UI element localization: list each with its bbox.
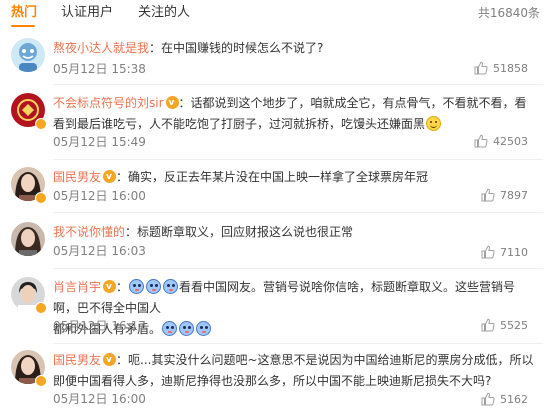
vip-badge-icon xyxy=(103,350,117,371)
avatar[interactable] xyxy=(11,222,45,256)
doll-emoji-icon xyxy=(129,279,145,294)
comment-username[interactable]: 熬夜小达人就是我 xyxy=(53,41,149,55)
thumbs-up-icon xyxy=(481,188,495,202)
comment-username[interactable]: 肖言肖宇 xyxy=(53,280,101,294)
comment-divider xyxy=(53,343,543,344)
comment-timestamp: 05月12日 16:17 xyxy=(53,319,146,333)
comment-timestamp: 05月12日 15:38 xyxy=(53,62,146,76)
avatar[interactable] xyxy=(11,38,45,72)
tab-hot[interactable]: 热门 xyxy=(11,4,37,22)
like-count: 5162 xyxy=(500,393,528,406)
comment-body: 国民男友：呃...其实没什么问题吧~这意思不是说因为中国给迪斯尼的票房分成低，所… xyxy=(53,350,538,392)
verified-badge xyxy=(35,118,47,130)
comment-body: 国民男友 ：确实，反正去年某片没在中国上映一样拿了全球票房年冠 xyxy=(53,167,538,188)
active-tab-indicator xyxy=(11,25,35,27)
doll-emoji-icon xyxy=(179,321,195,336)
verified-badge xyxy=(35,192,47,204)
like-count: 7110 xyxy=(500,246,528,259)
like-count: 42503 xyxy=(493,135,528,148)
doll-emoji-icon xyxy=(163,279,179,294)
thumbs-up-icon xyxy=(481,245,495,259)
comment-text: ：呃...其实没什么问题吧~这意思不是说因为中国给迪斯尼的票房分成低，所以即便中… xyxy=(53,353,534,388)
tab-verified-users[interactable]: 认证用户 xyxy=(61,4,113,22)
comment-username[interactable]: 我不说你懂的 xyxy=(53,225,125,239)
comment-username[interactable]: 不会标点符号的刘sir xyxy=(53,96,164,110)
comment-timestamp: 05月12日 16:03 xyxy=(53,244,146,258)
like-button[interactable]: 5525 xyxy=(481,318,528,334)
comment-text: ：在中国赚钱的时候怎么不说了? xyxy=(149,41,324,55)
doll-emoji-icon xyxy=(196,321,212,336)
comment-timestamp: 05月12日 16:00 xyxy=(53,392,146,406)
comment-divider xyxy=(53,268,543,269)
like-button[interactable]: 7110 xyxy=(481,245,528,261)
comment-body: 不会标点符号的刘sir：话都说到这个地步了，咱就成全它，有点骨气，不看就不看，看… xyxy=(53,93,538,135)
thumbs-up-icon xyxy=(474,134,488,148)
vip-badge-icon xyxy=(103,167,117,188)
like-button[interactable]: 5162 xyxy=(481,392,528,408)
comment-body: 熬夜小达人就是我：在中国赚钱的时候怎么不说了? xyxy=(53,38,538,59)
comment-timestamp: 05月12日 16:00 xyxy=(53,189,146,203)
comment-username[interactable]: 国民男友 xyxy=(53,353,101,367)
thumbs-up-icon xyxy=(474,61,488,75)
like-count: 51858 xyxy=(493,62,528,75)
comment-tabs: 热门 认证用户 关注的人 共16840条 xyxy=(0,0,550,30)
thumbs-up-icon xyxy=(481,392,495,406)
like-count: 7897 xyxy=(500,189,528,202)
like-count: 5525 xyxy=(500,319,528,332)
thumbs-up-icon xyxy=(481,318,495,332)
like-button[interactable]: 51858 xyxy=(474,61,528,77)
tab-following[interactable]: 关注的人 xyxy=(138,4,190,22)
like-button[interactable]: 42503 xyxy=(474,134,528,150)
comment-timestamp: 05月12日 15:49 xyxy=(53,135,146,149)
verified-badge xyxy=(35,375,47,387)
comment-divider xyxy=(53,84,543,85)
vip-badge-icon xyxy=(103,277,117,298)
doll-emoji-icon xyxy=(146,279,162,294)
total-comment-count: 共16840条 xyxy=(477,6,540,20)
comment-text: ：确实，反正去年某片没在中国上映一样拿了全球票房年冠 xyxy=(116,170,429,184)
comment-body: 我不说你懂的：标题断章取义，回应财报这么说也很正常 xyxy=(53,222,538,243)
smile-emoji-icon xyxy=(426,116,442,131)
comment-divider xyxy=(53,212,543,213)
doll-emoji-icon xyxy=(162,321,178,336)
verified-badge xyxy=(35,302,47,314)
comment-username[interactable]: 国民男友 xyxy=(53,170,101,184)
vip-badge-icon xyxy=(165,93,179,114)
like-button[interactable]: 7897 xyxy=(481,188,528,204)
comment-divider xyxy=(53,159,543,160)
comment-text: ：标题断章取义，回应财报这么说也很正常 xyxy=(125,225,354,239)
